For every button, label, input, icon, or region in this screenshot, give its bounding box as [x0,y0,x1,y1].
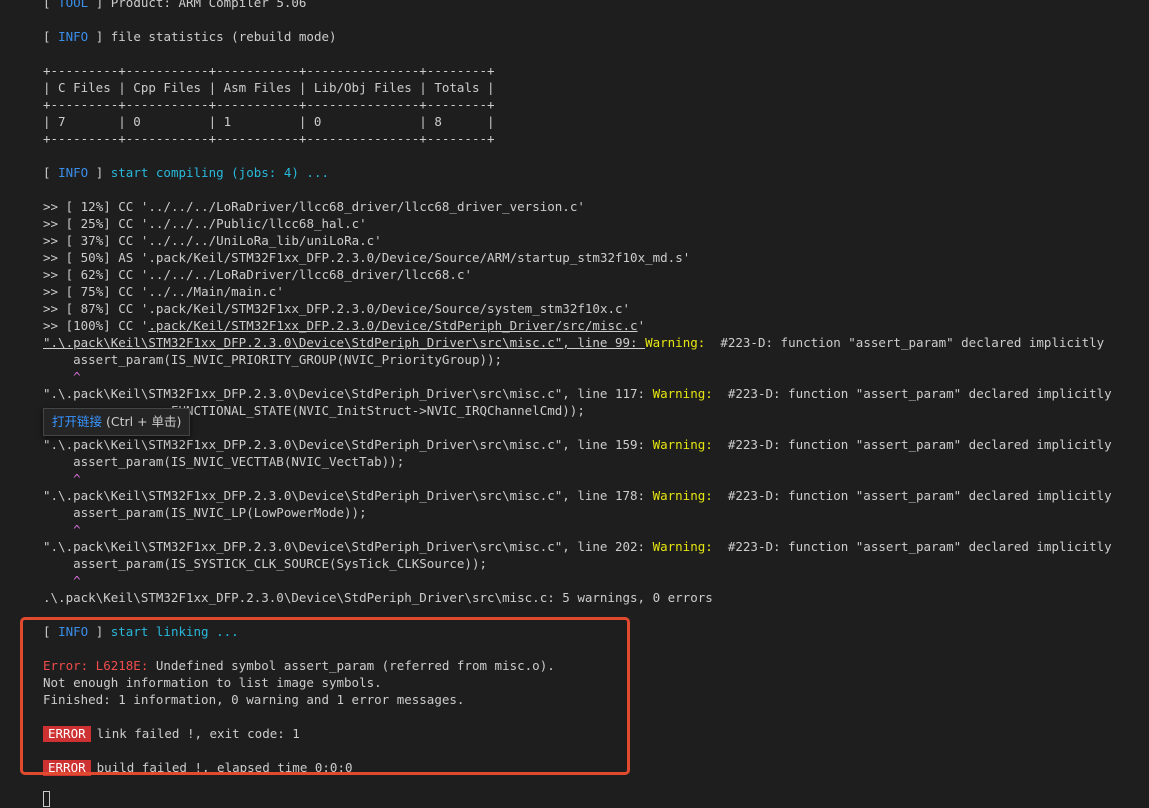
warnings-summary: .\.pack\Keil\STM32F1xx_DFP.2.3.0\Device\… [43,590,713,605]
compile-step: >> [ 50%] AS '.pack/Keil/STM32F1xx_DFP.2… [43,250,691,265]
table-value-row: | 7 | 0 | 1 | 0 | 8 | [43,114,495,129]
warning-caret: ^ [43,369,81,384]
warning-location-link[interactable]: ".\.pack\Keil\STM32F1xx_DFP.2.3.0\Device… [43,539,653,554]
compile-step: >> [ 62%] CC '../../../LoRaDriver/llcc68… [43,267,473,282]
warning-line: ".\.pack\Keil\STM32F1xx_DFP.2.3.0\Device… [43,437,1112,452]
warning-code: assert_param(IS_SYSTICK_CLK_SOURCE(SysTi… [43,556,488,571]
warning-location-link[interactable]: ".\.pack\Keil\STM32F1xx_DFP.2.3.0\Device… [43,386,653,401]
file-link[interactable]: .pack/Keil/STM32F1xx_DFP.2.3.0/Device/St… [148,318,637,333]
warning-code: assert_param(IS_NVIC_LP(LowPowerMode)); [43,505,367,520]
table-header-row: | C Files | Cpp Files | Asm Files | Lib/… [43,80,495,95]
warning-caret: ^ [43,522,81,537]
warning-line: ".\.pack\Keil\STM32F1xx_DFP.2.3.0\Device… [43,488,1112,503]
compile-start-line: [ INFO ] start compiling (jobs: 4) ... [43,165,329,180]
warning-caret: ^ [43,471,81,486]
table-border: +---------+-----------+-----------+-----… [43,131,495,146]
open-link-tooltip[interactable]: 打开链接 (Ctrl + 单击) [43,408,191,436]
table-border: +---------+-----------+-----------+-----… [43,63,495,78]
open-link-text[interactable]: 打开链接 [52,414,102,429]
warning-line: ".\.pack\Keil\STM32F1xx_DFP.2.3.0\Device… [43,539,1112,554]
file-stats-line: [ INFO ] file statistics (rebuild mode) [43,29,337,44]
warning-line: ".\.pack\Keil\STM32F1xx_DFP.2.3.0\Device… [43,335,1105,350]
tool-line: [ TOOL ] Product: ARM Compiler 5.06 [43,0,307,10]
warning-line: ".\.pack\Keil\STM32F1xx_DFP.2.3.0\Device… [43,386,1112,401]
compile-step: >> [ 37%] CC '../../../UniLoRa_lib/uniLo… [43,233,382,248]
warning-location-link[interactable]: ".\.pack\Keil\STM32F1xx_DFP.2.3.0\Device… [43,437,653,452]
warning-location-link[interactable]: ".\.pack\Keil\STM32F1xx_DFP.2.3.0\Device… [43,335,645,350]
warning-code: assert_param(IS_NVIC_PRIORITY_GROUP(NVIC… [43,352,503,367]
compile-step: >> [ 12%] CC '../../../LoRaDriver/llcc68… [43,199,585,214]
table-border: +---------+-----------+-----------+-----… [43,97,495,112]
compile-step: >> [ 75%] CC '../../Main/main.c' [43,284,284,299]
terminal-output[interactable]: [ TOOL ] Product: ARM Compiler 5.06 [ IN… [0,0,1149,808]
terminal-cursor [43,791,50,807]
compile-step: >> [ 25%] CC '../../../Public/llcc68_hal… [43,216,367,231]
compile-step: >> [ 87%] CC '.pack/Keil/STM32F1xx_DFP.2… [43,301,631,316]
warning-code: assert_param(IS_NVIC_VECTTAB(NVIC_VectTa… [43,454,405,469]
compile-step-last: >> [100%] CC '.pack/Keil/STM32F1xx_DFP.2… [43,318,646,333]
warning-caret: ^ [43,573,81,588]
warning-location-link[interactable]: ".\.pack\Keil\STM32F1xx_DFP.2.3.0\Device… [43,488,653,503]
highlight-box [20,617,630,775]
